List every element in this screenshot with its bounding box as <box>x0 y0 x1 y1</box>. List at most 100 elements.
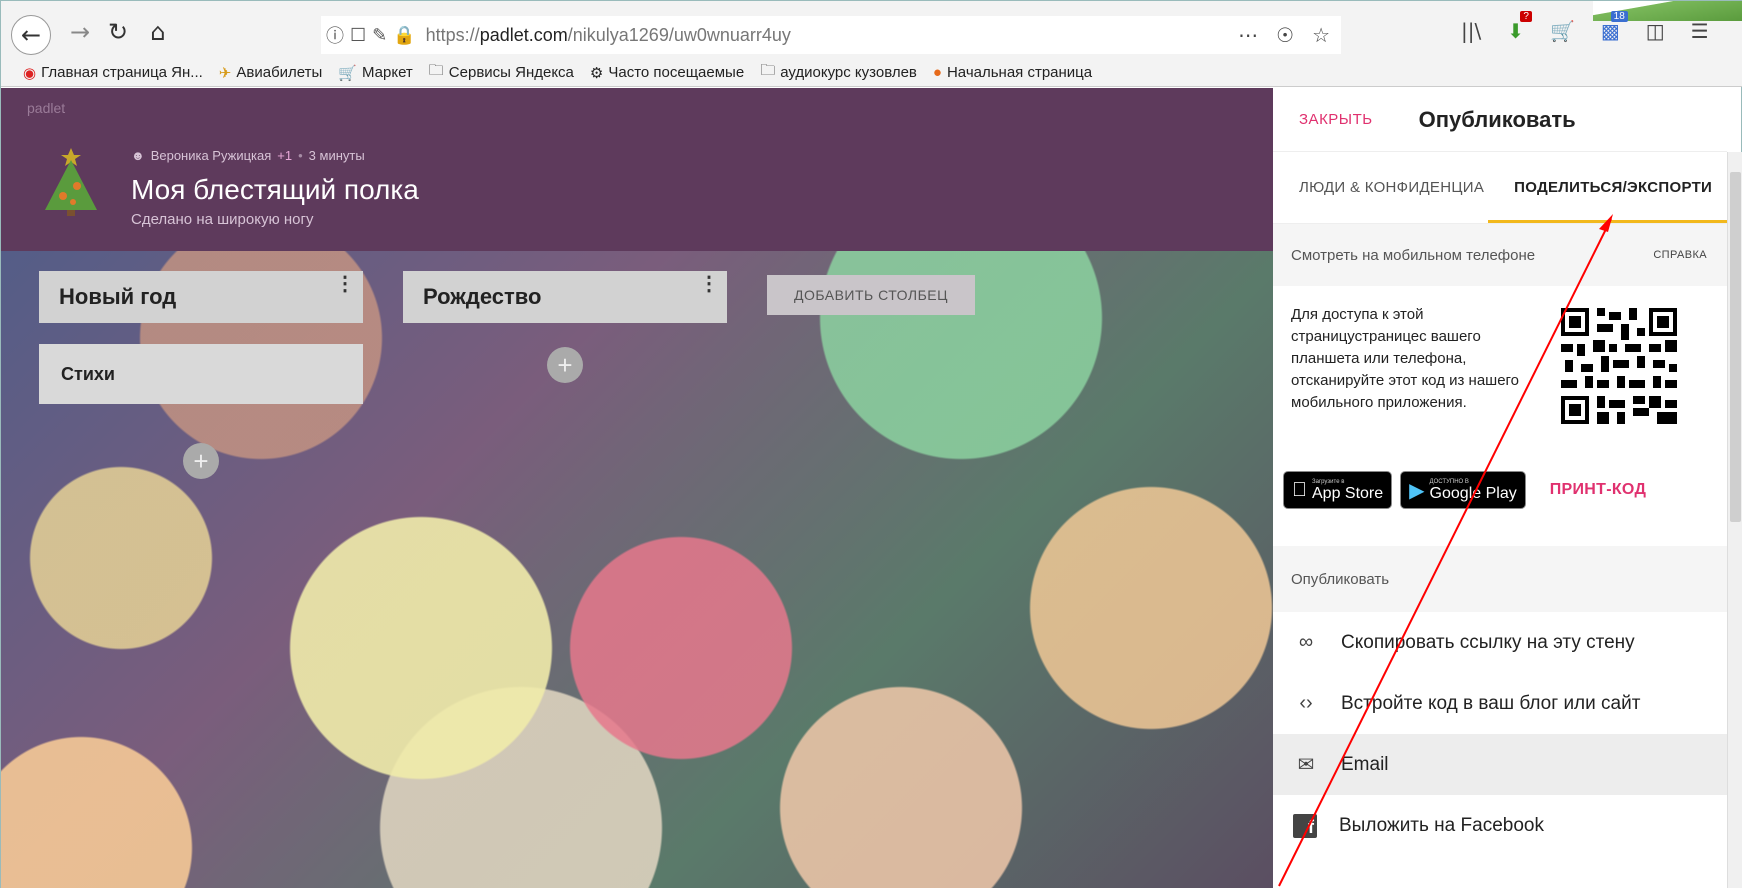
facebook-action[interactable]: f Выложить на Facebook <box>1273 795 1727 856</box>
bookmark-label: аудиокурс кузовлев <box>780 64 917 81</box>
column-header-christmas[interactable]: Рождество ⋮ <box>403 271 727 323</box>
url-text[interactable]: https://padlet.com/nikulya1269/uw0wnuarr… <box>426 25 791 46</box>
more-icon[interactable]: ⋯ <box>1238 23 1258 48</box>
app-store-big: App Store <box>1297 484 1383 502</box>
updated-time: 3 минуты <box>308 148 365 163</box>
folder-icon: 🗀 <box>760 62 776 79</box>
bookmark-yandex[interactable]: ◉ Главная страница Ян... <box>23 64 203 82</box>
email-action[interactable]: ✉ Email <box>1273 734 1727 795</box>
bookmark-audio[interactable]: 🗀 аудиокурс кузовлев <box>760 60 917 85</box>
code-icon: ‹› <box>1299 692 1313 714</box>
url-host: padlet.com <box>479 24 568 45</box>
action-label: Выложить на Facebook <box>1339 814 1544 836</box>
lock-icon[interactable]: 🔒 <box>393 25 415 46</box>
bookmark-label: Главная страница Ян... <box>41 64 203 81</box>
app-store-button[interactable]:  Загрузите в App Store <box>1283 471 1393 509</box>
column-title: Новый год <box>59 284 177 309</box>
sidebar-icon[interactable]: ◫ <box>1646 19 1665 43</box>
cart-icon[interactable]: 🛒 <box>1550 19 1575 43</box>
close-button[interactable]: ЗАКРЫТЬ <box>1299 111 1373 128</box>
bookmark-services[interactable]: 🗀 Сервисы Яндекса <box>429 60 574 85</box>
author-name[interactable]: Вероника Ружицкая <box>151 148 272 163</box>
email-icon: ✉ <box>1297 754 1315 776</box>
download-icon[interactable]: ⬇? <box>1507 11 1532 43</box>
notes-icon[interactable]: ▩ 18 <box>1601 11 1628 43</box>
padlet-header: padlet ☻ Вероника Ружицкая +1 • 3 минуты… <box>1 88 1273 251</box>
bookmark-label: Сервисы Яндекса <box>448 64 574 81</box>
reload-button[interactable]: ↻ <box>103 14 133 50</box>
panel-tabs: ЛЮДИ & КОНФИДЕНЦИА ПОДЕЛИТЬСЯ/ЭКСПОРТИ <box>1273 152 1727 224</box>
cart-icon: 🛒 <box>338 64 357 82</box>
add-post-button[interactable]: + <box>547 347 583 383</box>
bookmark-label: Авиабилеты <box>236 64 323 81</box>
play-icon: ▶ <box>1394 479 1424 502</box>
bookmark-frequent[interactable]: ⚙ Часто посещаемые <box>590 64 744 82</box>
firefox-icon: ● <box>932 64 942 81</box>
bookmark-label: Маркет <box>361 64 413 81</box>
url-bar[interactable]: ⓘ ☐ ✎ 🔒 https://padlet.com/nikulya1269/u… <box>321 16 1341 54</box>
panel-scrollbar[interactable] <box>1727 152 1742 888</box>
meta-separator: • <box>298 148 303 163</box>
post-card[interactable]: Стихи <box>39 344 363 404</box>
google-play-button[interactable]: ▶ ДОСТУПНО В Google Play <box>1400 471 1526 509</box>
action-label: Скопировать ссылку на эту стену <box>1341 631 1635 653</box>
post-title: Стихи <box>61 363 115 384</box>
christmas-tree-icon <box>45 148 97 216</box>
reload-icon: ↻ <box>107 18 129 46</box>
column-menu-icon[interactable]: ⋮ <box>335 274 355 294</box>
mobile-section-body: Для доступа к этой страницустраницес ваш… <box>1273 286 1727 546</box>
notes-badge: 18 <box>1610 11 1628 22</box>
action-label: Встройте код в ваш блог или сайт <box>1341 692 1641 714</box>
plane-icon: ✈ <box>218 64 232 82</box>
bookmark-market[interactable]: 🛒 Маркет <box>338 64 412 82</box>
publish-section-header: Опубликовать <box>1273 546 1727 612</box>
add-post-button[interactable]: + <box>183 443 219 479</box>
pocket-icon[interactable]: ☉ <box>1276 23 1294 48</box>
browser-window: ← → ↻ ⌂ ⓘ ☐ ✎ 🔒 https://padlet.com/nikul… <box>0 0 1742 888</box>
panel-title: Опубликовать <box>1418 106 1576 132</box>
tab-share-export[interactable]: ПОДЕЛИТЬСЯ/ЭКСПОРТИ <box>1488 179 1727 223</box>
add-column-button[interactable]: ДОБАВИТЬ СТОЛБЕЦ <box>767 275 975 315</box>
library-icon[interactable]: ||\ <box>1461 19 1481 43</box>
tracking-icon[interactable]: ☐ <box>350 25 366 46</box>
padlet-logo[interactable]: padlet <box>27 100 65 116</box>
copy-link-action[interactable]: ∞ Скопировать ссылку на эту стену <box>1273 612 1727 673</box>
padlet-title: Моя блестящий полка <box>131 174 419 205</box>
qr-code-icon <box>1561 308 1677 424</box>
url-path: /nikulya1269/uw0wnuarr4uy <box>567 24 791 45</box>
back-button[interactable]: ← <box>11 15 51 55</box>
home-icon: ⌂ <box>150 18 166 46</box>
star-icon[interactable]: ☆ <box>1312 23 1330 48</box>
info-icon[interactable]: ⓘ <box>326 22 344 48</box>
collaborator-count: +1 <box>277 148 293 163</box>
column-menu-icon[interactable]: ⋮ <box>699 274 719 294</box>
publish-section-title: Опубликовать <box>1291 570 1390 588</box>
padlet-board: padlet ☻ Вероника Ружицкая +1 • 3 минуты… <box>1 88 1273 888</box>
tracking-blocked-icon[interactable]: ✎ <box>372 25 387 46</box>
print-code-link[interactable]: ПРИНТ-КОД <box>1550 481 1646 499</box>
action-label: Email <box>1341 753 1389 775</box>
mobile-instructions: Для доступа к этой страницустраницес ваш… <box>1291 306 1520 411</box>
menu-icon[interactable]: ☰ <box>1691 19 1709 43</box>
bookmark-avia[interactable]: ✈ Авиабилеты <box>219 64 323 82</box>
facebook-icon: f <box>1293 813 1317 838</box>
scrollbar-thumb[interactable] <box>1730 172 1741 522</box>
embed-code-action[interactable]: ‹› Встройте код в ваш блог или сайт <box>1273 673 1727 734</box>
home-button[interactable]: ⌂ <box>143 14 173 50</box>
avatar-icon: ☻ <box>131 148 145 163</box>
column-header-new-year[interactable]: Новый год ⋮ <box>39 271 363 323</box>
help-link[interactable]: СПРАВКА <box>1653 249 1707 261</box>
mobile-section-header: Смотреть на мобильном телефоне СПРАВКА <box>1273 224 1727 286</box>
gear-icon: ⚙ <box>589 64 604 82</box>
tab-people-privacy[interactable]: ЛЮДИ & КОНФИДЕНЦИА <box>1299 179 1484 196</box>
folder-icon: 🗀 <box>428 62 444 79</box>
download-badge: ? <box>1520 11 1532 22</box>
back-icon: ← <box>20 21 42 49</box>
padlet-meta: ☻ Вероника Ружицкая +1 • 3 минуты <box>131 148 365 163</box>
mobile-section-title: Смотреть на мобильном телефоне <box>1291 246 1536 264</box>
google-play-text: ДОСТУПНО В Google Play <box>1430 479 1517 502</box>
bookmark-start[interactable]: ● Начальная страница <box>933 64 1092 81</box>
yandex-icon: ◉ <box>23 64 37 82</box>
url-prefix: https:// <box>425 24 480 45</box>
forward-button[interactable]: → <box>65 14 95 50</box>
